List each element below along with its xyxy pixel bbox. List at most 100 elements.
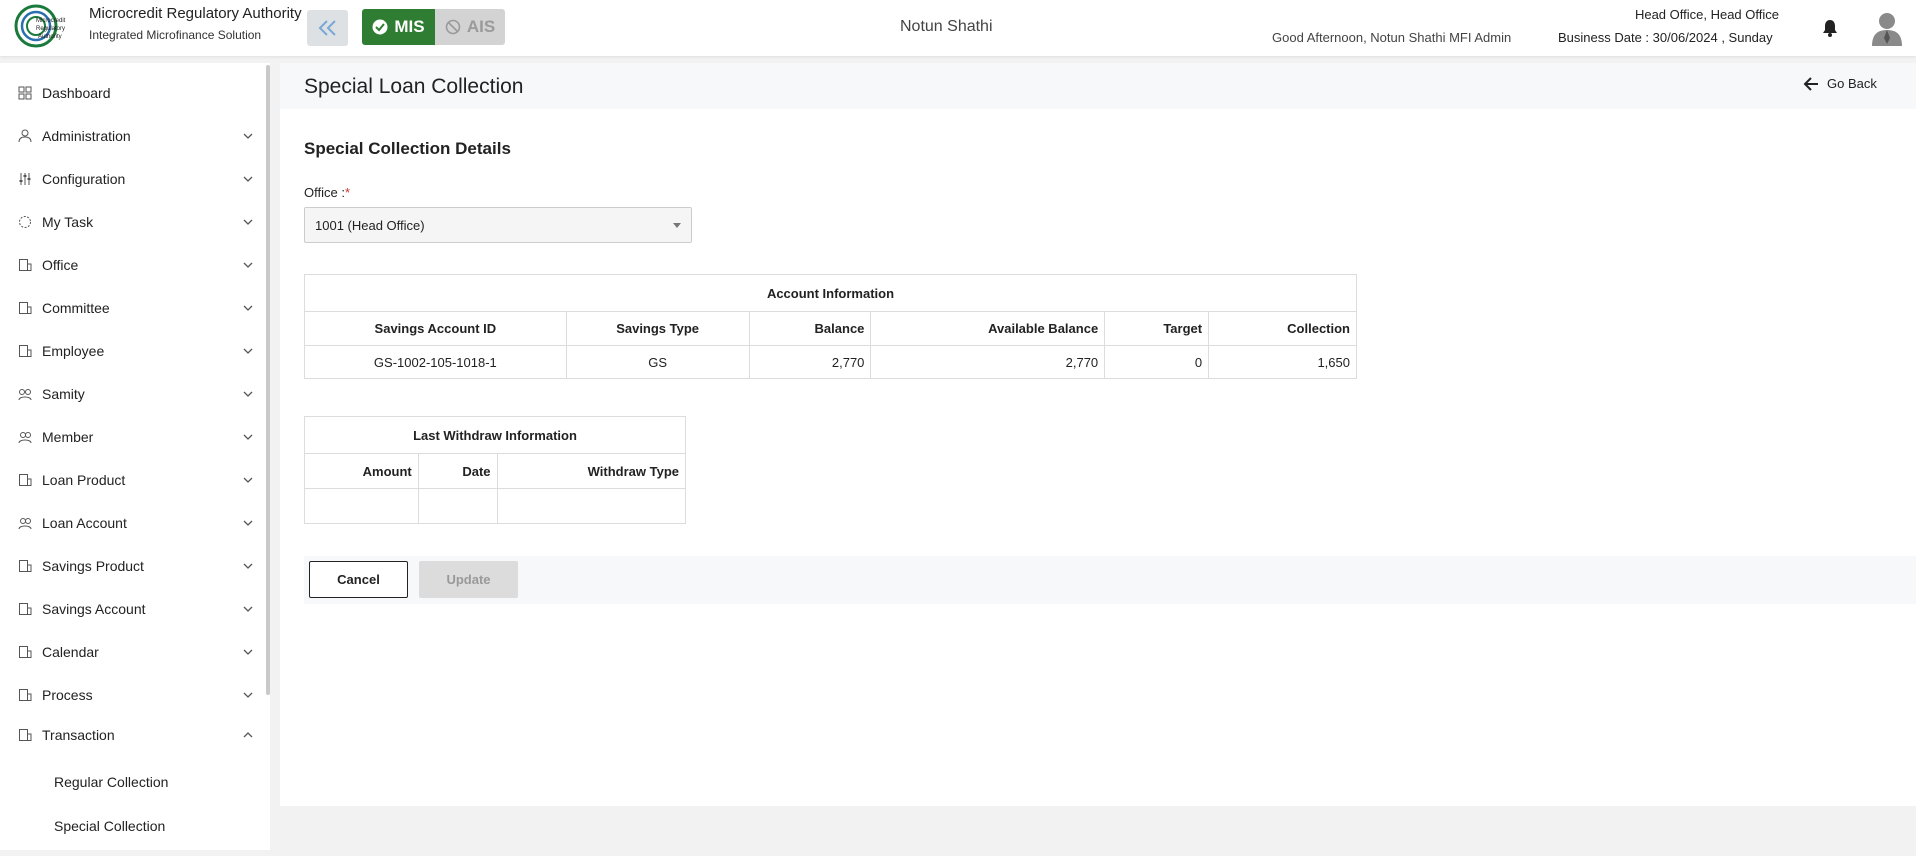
table-caption: Account Information (304, 274, 1357, 312)
chevron-down-icon (243, 563, 253, 569)
table-row: GS-1002-105-1018-1 GS 2,770 2,770 0 1,65… (304, 345, 1357, 379)
caret-down-icon (673, 223, 681, 228)
table-cell (496, 488, 687, 524)
chevron-down-icon (243, 219, 253, 225)
table-header-row: Savings Account ID Savings Type Balance … (304, 311, 1357, 346)
sidebar-item-label: Dashboard (42, 85, 111, 101)
page-title: Special Loan Collection (304, 75, 524, 98)
sidebar-item-administration[interactable]: Administration (0, 118, 262, 154)
bell-icon[interactable] (1820, 18, 1840, 38)
sidebar-item-member[interactable]: Member (0, 419, 262, 455)
column-header: Date (417, 453, 498, 489)
mis-label: MIS (394, 17, 425, 36)
sidebar-item-label: My Task (42, 214, 94, 230)
column-header: Withdraw Type (496, 453, 687, 489)
top-header: Microcredit Regulatory Authority Microcr… (0, 0, 1916, 56)
sidebar-item-transaction[interactable]: Transaction (0, 717, 262, 753)
sidebar-subitem-special-collection[interactable]: Special Collection (54, 818, 165, 834)
sidebar-item-dashboard[interactable]: Dashboard (0, 75, 262, 111)
member-icon (18, 432, 32, 444)
sidebar-item-savings-account[interactable]: Savings Account (0, 591, 262, 627)
double-chevron-left-icon (318, 20, 336, 36)
sidebar-item-label: Process (42, 687, 93, 703)
sidebar-item-label: Samity (42, 386, 85, 402)
sidebar-item-label: Loan Product (42, 472, 126, 488)
main-content: Special Loan Collection Go Back Special … (280, 63, 1916, 806)
cancel-button[interactable]: Cancel (309, 561, 408, 598)
check-circle-icon (372, 19, 388, 35)
arrow-left-icon (1803, 76, 1818, 91)
chevron-up-icon (243, 732, 253, 738)
chevron-down-icon (243, 606, 253, 612)
table-cell: 1,650 (1208, 345, 1357, 379)
action-bar: Cancel Update (304, 556, 1916, 604)
office-icon (19, 259, 32, 271)
page-header: Special Loan Collection Go Back (280, 63, 1916, 109)
admin-icon (18, 129, 32, 143)
column-header: Collection (1208, 311, 1357, 346)
column-header: Balance (748, 311, 872, 346)
svg-text:Regulatory: Regulatory (36, 26, 65, 32)
office-label: Office :* (304, 185, 350, 200)
sidebar-item-label: Savings Account (42, 601, 146, 617)
chevron-down-icon (243, 305, 253, 311)
sidebar-scrollbar[interactable] (266, 65, 270, 695)
office-select[interactable]: 1001 (Head Office) (304, 207, 692, 243)
mis-toggle-button[interactable]: MIS (362, 9, 435, 45)
block-icon (445, 19, 461, 35)
update-button: Update (419, 561, 518, 598)
sidebar-subitem-regular-collection[interactable]: Regular Collection (54, 774, 168, 790)
chevron-down-icon (243, 262, 253, 268)
sidebar-item-label: Savings Product (42, 558, 144, 574)
sidebar-item-savings-product[interactable]: Savings Product (0, 548, 262, 584)
office-select-value: 1001 (Head Office) (315, 217, 425, 233)
table-cell: 0 (1104, 345, 1210, 379)
task-icon (19, 216, 31, 228)
chevron-down-icon (243, 434, 253, 440)
sidebar-item-employee[interactable]: Employee (0, 333, 262, 369)
column-header: Available Balance (870, 311, 1106, 346)
sidebar-item-loan-product[interactable]: Loan Product (0, 462, 262, 498)
calendar-icon (19, 646, 32, 658)
sidebar-item-office[interactable]: Office (0, 247, 262, 283)
sidebar-item-configuration[interactable]: Configuration (0, 161, 262, 197)
sidebar-item-label: Office (42, 257, 79, 273)
savings-product-icon (19, 560, 32, 572)
mra-logo-icon: Microcredit Regulatory Authority (14, 4, 66, 48)
last-withdraw-table: Last Withdraw Information Amount Date Wi… (304, 416, 687, 524)
chevron-down-icon (243, 477, 253, 483)
savings-account-icon (19, 603, 32, 615)
sidebar-item-committee[interactable]: Committee (0, 290, 262, 326)
table-cell (417, 488, 498, 524)
ais-toggle-button[interactable]: AIS (435, 9, 505, 45)
chevron-down-icon (243, 692, 253, 698)
samity-icon (18, 389, 32, 401)
sidebar-item-samity[interactable]: Samity (0, 376, 262, 412)
collapse-sidebar-button[interactable] (307, 10, 348, 46)
office-text: Head Office, Head Office (1634, 7, 1779, 22)
greeting-text: Good Afternoon, Notun Shathi MFI Admin (1272, 30, 1512, 45)
column-header: Amount (304, 453, 419, 489)
sidebar-item-label: Employee (42, 343, 105, 359)
employee-icon (19, 345, 32, 357)
go-back-button[interactable]: Go Back (1803, 76, 1877, 91)
chevron-down-icon (243, 348, 253, 354)
loan-account-icon (18, 518, 32, 530)
sidebar-item-loan-account[interactable]: Loan Account (0, 505, 262, 541)
ais-label: AIS (466, 17, 496, 36)
sidebar-item-calendar[interactable]: Calendar (0, 634, 262, 670)
committee-icon (19, 302, 32, 314)
sidebar-item-label: Administration (42, 128, 131, 144)
column-header: Target (1104, 311, 1210, 346)
chevron-down-icon (243, 391, 253, 397)
column-header: Savings Account ID (304, 311, 567, 346)
table-cell: 2,770 (870, 345, 1106, 379)
business-date: Business Date : 30/06/2024 , Sunday (1558, 30, 1773, 45)
org-name: Microcredit Regulatory Authority (89, 5, 302, 22)
loan-product-icon (19, 474, 32, 486)
user-avatar-icon[interactable] (1870, 10, 1904, 46)
sidebar-item-my-task[interactable]: My Task (0, 204, 262, 240)
sidebar-item-process[interactable]: Process (0, 677, 262, 713)
chevron-down-icon (243, 649, 253, 655)
sidebar: Dashboard Administration Configuration M… (0, 63, 270, 850)
